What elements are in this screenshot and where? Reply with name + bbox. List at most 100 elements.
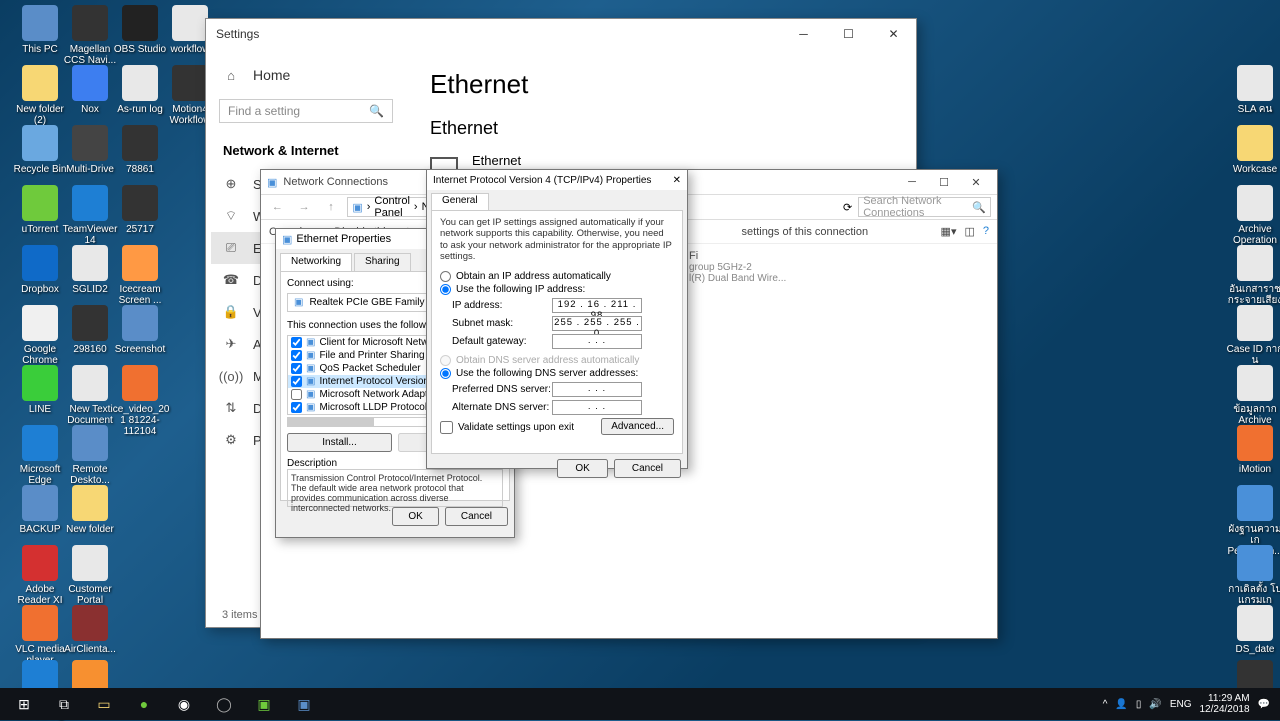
- ok-button[interactable]: OK: [392, 507, 438, 526]
- tab-general[interactable]: General: [431, 193, 489, 210]
- close-button[interactable]: ✕: [961, 172, 991, 192]
- desktop-icon[interactable]: Workcase: [1225, 125, 1280, 175]
- wifi-item-name[interactable]: Fi: [689, 250, 989, 262]
- cancel-button[interactable]: Cancel: [614, 459, 681, 478]
- nav-home[interactable]: ⌂Home: [211, 59, 401, 91]
- adapter-icon: ▣: [294, 297, 303, 308]
- desktop: This PCMagellan CCS Navi...OBS Studiowor…: [0, 0, 1280, 720]
- dns1-field[interactable]: . . .: [552, 382, 642, 397]
- tray-language[interactable]: ENG: [1170, 699, 1192, 710]
- tab-networking[interactable]: Networking: [280, 253, 352, 271]
- connection-name: Ethernet: [472, 153, 549, 168]
- maximize-button[interactable]: ☐: [826, 19, 871, 49]
- explanation-text: You can get IP settings assigned automat…: [440, 217, 674, 263]
- minimize-button[interactable]: ─: [897, 172, 927, 192]
- gateway-field[interactable]: . . .: [552, 334, 642, 349]
- desktop-icon[interactable]: 25717: [110, 185, 170, 235]
- tray-volume-icon[interactable]: 🔊: [1149, 699, 1161, 710]
- preview-pane-icon[interactable]: ◫: [964, 225, 974, 238]
- nav-icon: ⌔: [223, 208, 239, 224]
- nav-icon: ✈: [223, 336, 239, 352]
- desktop-icon[interactable]: New folder: [60, 485, 120, 535]
- tray-people-icon[interactable]: 👤: [1115, 699, 1127, 710]
- search-icon: 🔍: [972, 201, 986, 214]
- desktop-icon[interactable]: 78861: [110, 125, 170, 175]
- minimize-button[interactable]: ─: [781, 19, 826, 49]
- ip-address-field[interactable]: 192 . 16 . 211 . 98: [552, 298, 642, 313]
- taskbar-obs[interactable]: ◯: [204, 688, 244, 720]
- desktop-icon[interactable]: iMotion: [1225, 425, 1280, 475]
- help-icon[interactable]: ?: [983, 225, 989, 238]
- forward-button[interactable]: →: [294, 197, 315, 217]
- nav-icon: ⊕: [223, 176, 239, 192]
- maximize-button[interactable]: ☐: [929, 172, 959, 192]
- desktop-icon[interactable]: Screenshot: [110, 305, 170, 355]
- protocol-icon: ▣: [306, 363, 315, 374]
- netconn-search[interactable]: Search Network Connections🔍: [858, 197, 991, 217]
- desktop-icon[interactable]: Icecream Screen ...: [110, 245, 170, 306]
- nav-icon: ⚙: [223, 432, 239, 448]
- desktop-icon[interactable]: Remote Deskto...: [60, 425, 120, 486]
- desktop-icon[interactable]: AirClienta...: [60, 605, 120, 655]
- ipv4-titlebar[interactable]: Internet Protocol Version 4 (TCP/IPv4) P…: [427, 170, 687, 190]
- nav-icon: 🔒: [223, 304, 239, 320]
- desktop-icon[interactable]: Case ID กาก น: [1225, 305, 1280, 366]
- cancel-button[interactable]: Cancel: [445, 507, 508, 526]
- desktop-icon[interactable]: SLA คน: [1225, 65, 1280, 115]
- radio-obtain-ip-auto[interactable]: Obtain an IP address automatically: [440, 271, 674, 282]
- nav-icon: ☎: [223, 272, 239, 288]
- network-icon: ▣: [282, 233, 292, 246]
- tray-notifications-icon[interactable]: 💬: [1258, 699, 1270, 710]
- taskbar-chrome[interactable]: ◉: [164, 688, 204, 720]
- tab-sharing[interactable]: Sharing: [354, 253, 410, 271]
- nav-icon: ((o)): [223, 368, 239, 384]
- desktop-icon[interactable]: กาเดิลตั้ง โปแกรมเก: [1225, 545, 1280, 606]
- ok-button[interactable]: OK: [557, 459, 607, 478]
- advanced-button[interactable]: Advanced...: [601, 418, 674, 435]
- task-view-button[interactable]: ⧉: [44, 688, 84, 720]
- desktop-icon[interactable]: ข้อมูลกาก Archive: [1225, 365, 1280, 426]
- page-subheading: Ethernet: [430, 118, 892, 139]
- tray-network-icon[interactable]: ▯: [1136, 699, 1142, 710]
- page-heading: Ethernet: [430, 69, 892, 100]
- taskbar-app[interactable]: ▣: [244, 688, 284, 720]
- desktop-icon[interactable]: Customer Portal: [60, 545, 120, 606]
- home-icon: ⌂: [223, 67, 239, 83]
- nav-icon: ⇅: [223, 400, 239, 416]
- back-button[interactable]: ←: [267, 197, 288, 217]
- settings-titlebar[interactable]: Settings ─ ☐ ✕: [206, 19, 916, 49]
- protocol-icon: ▣: [306, 350, 315, 361]
- folder-icon: ▣: [267, 176, 277, 189]
- close-button[interactable]: ✕: [871, 19, 916, 49]
- change-settings-link[interactable]: settings of this connection: [742, 226, 869, 238]
- view-menu-icon[interactable]: ▦▾: [941, 225, 957, 238]
- install-button[interactable]: Install...: [287, 433, 392, 452]
- tray-clock[interactable]: 11:29 AM 12/24/2018: [1199, 693, 1249, 715]
- settings-title: Settings: [216, 27, 259, 41]
- tray-chevron-icon[interactable]: ^: [1103, 699, 1108, 710]
- radio-use-dns[interactable]: Use the following DNS server addresses:: [440, 368, 674, 379]
- refresh-button[interactable]: ⟳: [843, 201, 852, 214]
- protocol-icon: ▣: [306, 402, 315, 413]
- settings-section-header: Network & Internet: [211, 137, 401, 168]
- up-button[interactable]: ↑: [321, 197, 342, 217]
- taskbar-app2[interactable]: ▣: [284, 688, 324, 720]
- desktop-icon[interactable]: DS_date: [1225, 605, 1280, 655]
- system-tray: ^ 👤 ▯ 🔊 ENG 11:29 AM 12/24/2018 💬: [1103, 693, 1276, 715]
- radio-obtain-dns-auto: Obtain DNS server address automatically: [440, 355, 674, 366]
- taskbar-explorer[interactable]: ▭: [84, 688, 124, 720]
- settings-search[interactable]: Find a setting🔍: [219, 99, 393, 123]
- protocol-icon: ▣: [306, 376, 315, 387]
- subnet-mask-field[interactable]: 255 . 255 . 255 . 0: [552, 316, 642, 331]
- folder-icon: ▣: [352, 201, 362, 214]
- taskbar: ⊞ ⧉ ▭ ● ◉ ◯ ▣ ▣ ^ 👤 ▯ 🔊 ENG 11:29 AM 12/…: [0, 688, 1280, 720]
- radio-use-ip[interactable]: Use the following IP address:: [440, 284, 674, 295]
- close-button[interactable]: ✕: [673, 175, 681, 186]
- taskbar-utorrent[interactable]: ●: [124, 688, 164, 720]
- dns2-field[interactable]: . . .: [552, 400, 642, 415]
- search-icon: 🔍: [369, 104, 384, 118]
- ipv4-properties-dialog: Internet Protocol Version 4 (TCP/IPv4) P…: [426, 169, 688, 469]
- nav-icon: ⎚: [223, 240, 239, 256]
- protocol-icon: ▣: [306, 389, 315, 400]
- start-button[interactable]: ⊞: [4, 688, 44, 720]
